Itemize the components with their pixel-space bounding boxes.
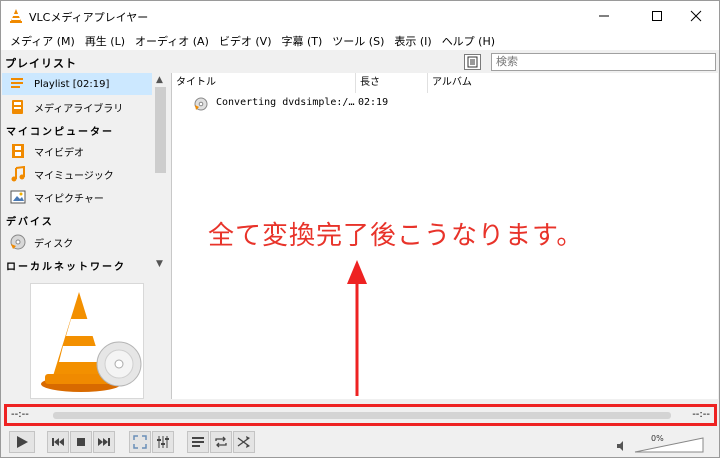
sidebar-scrollbar[interactable]: ▲ ▼ [153, 73, 168, 273]
sidebar-item-my-pictures[interactable]: マイピクチャー [2, 186, 152, 208]
close-button[interactable] [673, 1, 719, 31]
fullscreen-button[interactable] [129, 431, 151, 453]
total-time: --:-- [692, 409, 710, 420]
seek-slider[interactable] [53, 412, 671, 419]
stop-button[interactable] [70, 431, 92, 453]
playlist-icon [192, 437, 204, 447]
scrollbar-thumb[interactable] [155, 87, 166, 173]
fullscreen-icon [133, 435, 147, 449]
search-input[interactable]: 検索 [491, 53, 716, 71]
section-my-computer: マイコンピューター [6, 127, 114, 138]
sidebar-item-label: マイミュージック [34, 170, 114, 182]
sidebar: Playlist [02:19] メディアライブラリ マイコンピューター マイビ… [2, 73, 169, 399]
scroll-up-icon[interactable]: ▲ [156, 75, 163, 85]
playlist-view: タイトル 長さ アルバム Converting dvdsimple:/… 02:… [171, 73, 718, 399]
playlist-icon [11, 78, 23, 88]
sidebar-item-playlist[interactable]: Playlist [02:19] [2, 73, 152, 95]
menu-audio[interactable]: オーディオ (A) [130, 33, 214, 49]
media-library-icon [12, 100, 23, 114]
close-icon [690, 10, 702, 22]
sidebar-item-label: マイピクチャー [34, 193, 104, 205]
section-local-network: ローカルネットワーク [6, 262, 126, 273]
list-view-icon [467, 56, 478, 68]
loop-button[interactable] [210, 431, 232, 453]
menu-media[interactable]: メディア (M) [5, 33, 80, 49]
menu-bar: メディア (M) 再生 (L) オーディオ (A) ビデオ (V) 字幕 (T)… [1, 31, 719, 50]
annotation-arrow-icon [347, 260, 367, 396]
playlist-toggle-button[interactable] [187, 431, 209, 453]
sidebar-item-media-library[interactable]: メディアライブラリ [2, 96, 152, 118]
previous-button[interactable] [47, 431, 69, 453]
speaker-icon[interactable] [616, 441, 626, 451]
picture-icon [10, 190, 26, 204]
menu-playback[interactable]: 再生 (L) [80, 33, 130, 49]
column-length[interactable]: 長さ [356, 73, 428, 93]
loop-icon [215, 436, 227, 448]
view-mode-button[interactable] [464, 54, 481, 70]
sidebar-item-label: Playlist [02:19] [34, 78, 110, 90]
play-button[interactable] [9, 431, 35, 453]
disc-icon [10, 234, 26, 250]
minimize-icon [599, 15, 609, 17]
window-title: VLCメディアプレイヤー [29, 11, 149, 24]
menu-tools[interactable]: ツール (S) [327, 33, 389, 49]
row-title: Converting dvdsimple:/… [216, 97, 355, 108]
annotation-text: 全て変換完了後こうなります。 [208, 221, 584, 251]
sidebar-item-my-music[interactable]: マイミュージック [2, 163, 152, 185]
menu-help[interactable]: ヘルプ (H) [437, 33, 500, 49]
stop-icon [77, 438, 85, 446]
row-length: 02:19 [358, 97, 389, 108]
shuffle-button[interactable] [233, 431, 255, 453]
menu-view[interactable]: 表示 (I) [389, 33, 436, 49]
sidebar-item-label: マイビデオ [34, 147, 84, 159]
vlc-window: VLCメディアプレイヤー メディア (M) 再生 (L) オーディオ (A) ビ… [0, 0, 720, 458]
sidebar-list: Playlist [02:19] メディアライブラリ マイコンピューター マイビ… [2, 73, 152, 273]
minimize-button[interactable] [581, 1, 627, 31]
disc-icon [194, 97, 208, 111]
playlist-title: プレイリスト [5, 57, 77, 70]
music-icon [11, 166, 25, 182]
video-icon [12, 144, 24, 158]
control-bar: 0% [1, 429, 719, 457]
play-icon [17, 436, 28, 448]
sidebar-item-label: メディアライブラリ [34, 103, 124, 115]
title-bar: VLCメディアプレイヤー [1, 1, 719, 31]
column-album[interactable]: アルバム [428, 73, 528, 93]
shuffle-icon [237, 436, 250, 448]
sidebar-item-my-videos[interactable]: マイビデオ [2, 140, 152, 162]
album-art [30, 283, 144, 399]
elapsed-time: --:-- [11, 409, 29, 420]
maximize-icon [652, 11, 662, 21]
seek-bar-area: --:-- --:-- [4, 404, 717, 426]
table-row[interactable]: Converting dvdsimple:/… 02:19 [172, 95, 717, 113]
sidebar-item-label: ディスク [34, 238, 74, 250]
next-icon [98, 438, 110, 446]
volume-slider[interactable] [633, 437, 705, 453]
vlc-cone-art-icon [41, 292, 142, 392]
sidebar-item-disc[interactable]: ディスク [2, 231, 152, 253]
previous-icon [52, 438, 64, 446]
menu-video[interactable]: ビデオ (V) [214, 33, 277, 49]
vlc-cone-icon [10, 9, 22, 23]
next-button[interactable] [93, 431, 115, 453]
equalizer-icon [157, 436, 169, 448]
scroll-down-icon[interactable]: ▼ [156, 259, 163, 269]
column-title[interactable]: タイトル [172, 73, 356, 93]
extended-settings-button[interactable] [152, 431, 174, 453]
menu-subtitle[interactable]: 字幕 (T) [276, 33, 327, 49]
section-devices: デバイス [6, 217, 54, 228]
